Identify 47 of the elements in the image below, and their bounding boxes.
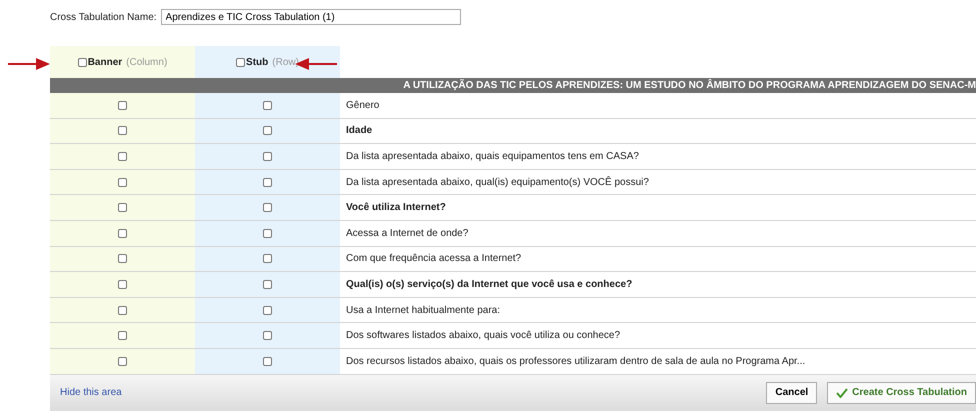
checkbox[interactable]: [118, 203, 127, 212]
question-text: Idade: [345, 124, 372, 138]
question-text: Dos softwares listados abaixo, quais você utiliza ou conhece?: [345, 329, 620, 344]
checkbox[interactable]: [118, 280, 127, 289]
checkbox[interactable]: [118, 228, 127, 238]
column-label: Stub: [246, 56, 268, 68]
name-field[interactable]: Aprendizes e TIC Cross Tabulation (1): [160, 9, 461, 25]
cancel-button[interactable]: Cancel: [766, 382, 818, 404]
survey-title: A UTILIZAÇÃO DAS TIC PELOS APRENDIZES: UM ESTUDO NO ÂMBITO DO PROGRAMA APRENDIZAGEM DO SENAC-M: [402, 80, 976, 91]
question-text: Com que frequência acessa a Internet?: [345, 252, 522, 266]
checkbox[interactable]: [78, 58, 87, 66]
checkmark-icon: [836, 388, 848, 398]
checkbox[interactable]: [263, 178, 272, 187]
column-hint: (Row): [272, 56, 299, 68]
question-text: Usa a Internet habitualmente para:: [345, 304, 500, 318]
checkbox[interactable]: [118, 100, 127, 110]
column-label: Banner: [88, 56, 122, 68]
checkbox[interactable]: [118, 306, 127, 315]
create-button[interactable]: Create Cross Tabulation: [827, 382, 976, 404]
question-text: Você utiliza Internet?: [345, 201, 446, 216]
checkbox[interactable]: [118, 356, 127, 366]
question-text: Gênero: [345, 98, 380, 113]
arrow-icon: [8, 57, 50, 71]
column-hint: (Column): [126, 56, 168, 68]
checkbox[interactable]: [118, 126, 127, 136]
question-text: Acessa a Internet de onde?: [345, 226, 468, 241]
checkbox[interactable]: [118, 331, 127, 340]
question-text: Dos recursos listados abaixo, quais os professores utilizaram dentro de sala de aula no Programa Apr...: [345, 354, 806, 369]
checkbox[interactable]: [263, 228, 272, 238]
checkbox[interactable]: [263, 100, 272, 110]
checkbox[interactable]: [263, 203, 272, 212]
hide-area-link[interactable]: Hide this area: [60, 387, 122, 398]
question-text: Da lista apresentada abaixo, quais equipamentos tens em CASA?: [345, 150, 639, 164]
checkbox[interactable]: [118, 178, 127, 187]
field-label: Cross Tabulation Name:: [50, 12, 157, 22]
checkbox[interactable]: [263, 306, 272, 315]
question-text: Qual(is) o(s) serviço(s) da Internet que você usa e conhece?: [345, 278, 632, 292]
question-text: Da lista apresentada abaixo, qual(is) equipamento(s) VOCÊ possui?: [345, 175, 649, 190]
checkbox[interactable]: [263, 356, 272, 366]
checkbox[interactable]: [263, 280, 272, 289]
checkbox[interactable]: [263, 126, 272, 136]
checkbox[interactable]: [263, 254, 272, 264]
checkbox[interactable]: [263, 331, 272, 340]
checkbox[interactable]: [263, 152, 272, 161]
checkbox[interactable]: [118, 152, 127, 161]
checkbox[interactable]: [236, 58, 246, 66]
checkbox[interactable]: [118, 254, 127, 264]
